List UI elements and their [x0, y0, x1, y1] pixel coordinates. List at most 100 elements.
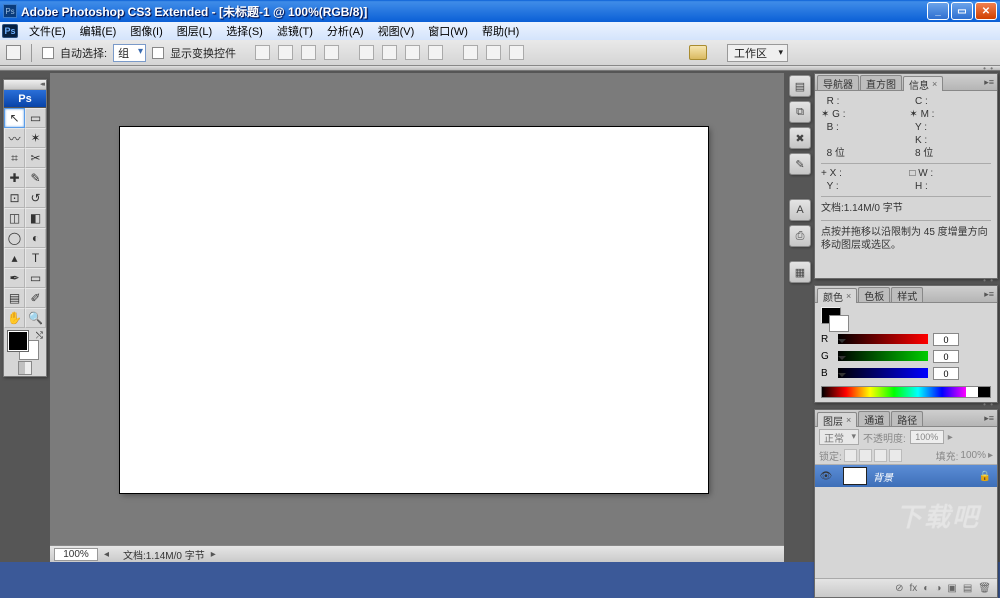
- blue-value[interactable]: 0: [933, 367, 959, 380]
- distribute-icon[interactable]: [486, 45, 501, 60]
- group-icon[interactable]: ▣: [947, 583, 956, 594]
- tab-channels[interactable]: 通道: [858, 411, 890, 426]
- menu-view[interactable]: 视图(V): [371, 23, 422, 39]
- slice-tool[interactable]: ✂: [25, 148, 46, 168]
- shape-tool[interactable]: ▭: [25, 268, 46, 288]
- distribute-icon[interactable]: [463, 45, 478, 60]
- fill-input[interactable]: 100%: [960, 450, 986, 461]
- panel-menu-icon[interactable]: ▸≡: [984, 77, 994, 88]
- menu-edit[interactable]: 编辑(E): [73, 23, 124, 39]
- red-value[interactable]: 0: [933, 333, 959, 346]
- tab-histogram[interactable]: 直方图: [860, 75, 902, 90]
- panel-menu-icon[interactable]: ▸≡: [984, 289, 994, 300]
- distribute-icon[interactable]: [428, 45, 443, 60]
- tab-color[interactable]: 颜色×: [817, 288, 857, 303]
- maximize-button[interactable]: ▭: [951, 2, 973, 20]
- distribute-icon[interactable]: [382, 45, 397, 60]
- dock-hist-icon[interactable]: ⧉: [789, 101, 811, 123]
- move-tool[interactable]: ↖: [4, 108, 25, 128]
- show-transform-checkbox[interactable]: [152, 47, 164, 59]
- menu-image[interactable]: 图像(I): [123, 23, 169, 39]
- color-swatch[interactable]: ⤭: [4, 328, 46, 360]
- dock-swatch-icon[interactable]: ▦: [789, 261, 811, 283]
- auto-select-dropdown[interactable]: 组: [113, 44, 146, 62]
- bridge-icon[interactable]: [689, 45, 707, 60]
- layer-row[interactable]: 👁 背景 🔒: [815, 465, 997, 487]
- wand-tool[interactable]: ✶: [25, 128, 46, 148]
- notes-tool[interactable]: ▤: [4, 288, 25, 308]
- new-layer-icon[interactable]: ▤: [963, 583, 972, 594]
- menu-help[interactable]: 帮助(H): [475, 23, 526, 39]
- zoom-tool[interactable]: 🔍: [25, 308, 46, 328]
- swap-colors-icon[interactable]: ⤭: [36, 330, 43, 341]
- align-icon[interactable]: [278, 45, 293, 60]
- lock-all-icon[interactable]: [889, 449, 902, 462]
- minimize-button[interactable]: _: [927, 2, 949, 20]
- tab-layers[interactable]: 图层×: [817, 412, 857, 427]
- menu-file[interactable]: 文件(E): [22, 23, 73, 39]
- distribute-icon[interactable]: [359, 45, 374, 60]
- menu-filter[interactable]: 滤镜(T): [270, 23, 320, 39]
- eyedropper-tool[interactable]: ✐: [25, 288, 46, 308]
- crop-tool[interactable]: ⌗: [4, 148, 25, 168]
- workspace-dropdown[interactable]: 工作区: [727, 44, 788, 62]
- path-select-tool[interactable]: ▴: [4, 248, 25, 268]
- delete-layer-icon[interactable]: 🗑: [978, 583, 991, 594]
- menu-layer[interactable]: 图层(L): [170, 23, 219, 39]
- heal-tool[interactable]: ✚: [4, 168, 25, 188]
- pen-tool[interactable]: ✒: [4, 268, 25, 288]
- red-slider[interactable]: [838, 334, 928, 344]
- layer-name[interactable]: 背景: [873, 469, 979, 484]
- lock-pixels-icon[interactable]: [859, 449, 872, 462]
- adjustment-layer-icon[interactable]: ◑: [935, 583, 941, 594]
- align-icon[interactable]: [255, 45, 270, 60]
- lock-transparent-icon[interactable]: [844, 449, 857, 462]
- current-tool-icon[interactable]: [6, 45, 21, 60]
- tab-styles[interactable]: 样式: [891, 287, 923, 302]
- eraser-tool[interactable]: ◫: [4, 208, 25, 228]
- visibility-icon[interactable]: 👁: [815, 471, 837, 482]
- lock-position-icon[interactable]: [874, 449, 887, 462]
- distribute-icon[interactable]: [509, 45, 524, 60]
- opacity-input[interactable]: 100%: [910, 430, 944, 444]
- dock-para-icon[interactable]: A: [789, 199, 811, 221]
- dock-nav-icon[interactable]: ▤: [789, 75, 811, 97]
- brush-tool[interactable]: ✎: [25, 168, 46, 188]
- menu-window[interactable]: 窗口(W): [421, 23, 475, 39]
- canvas[interactable]: [120, 127, 708, 493]
- dock-actions-icon[interactable]: ✖: [789, 127, 811, 149]
- distribute-icon[interactable]: [405, 45, 420, 60]
- blue-slider[interactable]: [838, 368, 928, 378]
- zoom-input[interactable]: 100%: [54, 548, 98, 561]
- type-tool[interactable]: T: [25, 248, 46, 268]
- dock-brush-icon[interactable]: ⎙: [789, 225, 811, 247]
- layer-mask-icon[interactable]: ◐: [923, 583, 929, 594]
- history-brush-tool[interactable]: ↺: [25, 188, 46, 208]
- tab-navigator[interactable]: 导航器: [817, 75, 859, 90]
- toolbox-collapse[interactable]: [4, 80, 46, 90]
- link-layers-icon[interactable]: ⊘: [895, 583, 903, 594]
- align-icon[interactable]: [324, 45, 339, 60]
- quickmask-toggle[interactable]: [18, 361, 32, 375]
- menu-analysis[interactable]: 分析(A): [320, 23, 371, 39]
- tab-swatches[interactable]: 色板: [858, 287, 890, 302]
- layer-thumbnail[interactable]: [843, 467, 867, 485]
- layer-fx-icon[interactable]: fx: [910, 583, 918, 594]
- dodge-tool[interactable]: ◐: [25, 228, 46, 248]
- close-button[interactable]: ✕: [975, 2, 997, 20]
- align-icon[interactable]: [301, 45, 316, 60]
- blur-tool[interactable]: ◯: [4, 228, 25, 248]
- tab-paths[interactable]: 路径: [891, 411, 923, 426]
- menu-select[interactable]: 选择(S): [219, 23, 270, 39]
- blend-mode-dropdown[interactable]: 正常: [819, 429, 859, 445]
- green-slider[interactable]: [838, 351, 928, 361]
- lasso-tool[interactable]: 〰: [4, 128, 25, 148]
- stamp-tool[interactable]: ⊡: [4, 188, 25, 208]
- status-prev[interactable]: ◂: [104, 549, 109, 560]
- gradient-tool[interactable]: ◧: [25, 208, 46, 228]
- hand-tool[interactable]: ✋: [4, 308, 25, 328]
- green-value[interactable]: 0: [933, 350, 959, 363]
- dock-char-icon[interactable]: ✎: [789, 153, 811, 175]
- fg-color-swatch[interactable]: [8, 331, 28, 351]
- color-ramp[interactable]: [821, 386, 991, 398]
